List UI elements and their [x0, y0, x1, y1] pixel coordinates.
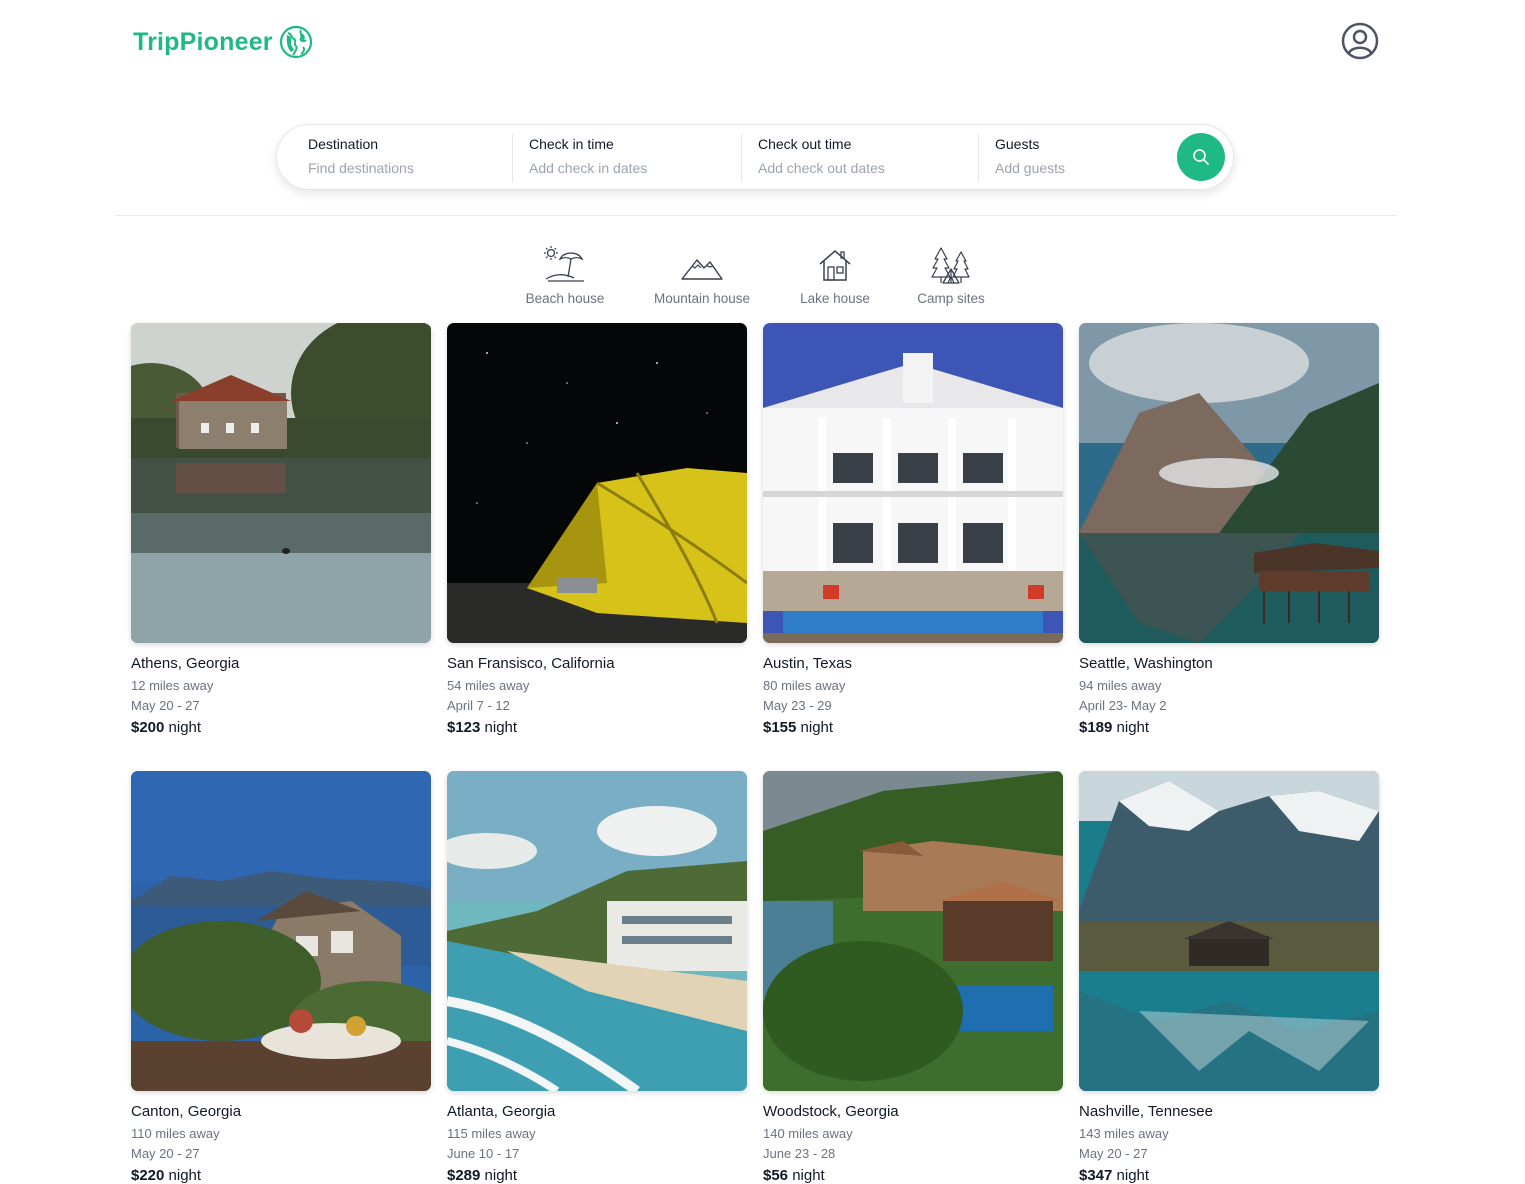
- listing-card[interactable]: Athens, Georgia 12 miles away May 20 - 2…: [131, 323, 431, 736]
- check-out-field[interactable]: Check out time Add check out dates: [758, 135, 968, 181]
- listing-price: $200 night: [131, 719, 202, 736]
- listing-distance: 12 miles away: [131, 678, 214, 693]
- listing-card[interactable]: Atlanta, Georgia 115 miles away June 10 …: [447, 771, 747, 1184]
- category-beach-house[interactable]: Beach house: [522, 245, 608, 306]
- category-lake-house[interactable]: Lake house: [797, 245, 873, 306]
- listing-price: $123 night: [447, 719, 518, 736]
- listing-title[interactable]: Seattle, Washington: [1079, 655, 1213, 672]
- check-in-field[interactable]: Check in time Add check in dates: [529, 135, 729, 181]
- house-icon: [819, 250, 851, 281]
- lakeside-home-image: [131, 771, 431, 1091]
- search-button[interactable]: [1177, 133, 1225, 181]
- listing-card[interactable]: Canton, Georgia 110 miles away May 20 - …: [131, 771, 431, 1184]
- category-label: Beach house: [525, 291, 605, 306]
- category-mountain-house[interactable]: Mountain house: [648, 245, 756, 306]
- listing-title[interactable]: San Fransisco, California: [447, 655, 615, 672]
- listing-title[interactable]: Nashville, Tennesee: [1079, 1103, 1213, 1120]
- search-divider: [978, 134, 979, 182]
- listing-title[interactable]: Athens, Georgia: [131, 655, 239, 672]
- listing-photo[interactable]: [131, 771, 431, 1091]
- check-out-label: Check out time: [758, 136, 852, 152]
- listing-card[interactable]: Seattle, Washington 94 miles away April …: [1079, 323, 1379, 736]
- listing-dates: May 20 - 27: [131, 1146, 200, 1161]
- listing-photo[interactable]: [1079, 771, 1379, 1091]
- listing-price: $155 night: [763, 719, 834, 736]
- listing-distance: 54 miles away: [447, 678, 530, 693]
- lake-cottage-image: [131, 323, 431, 643]
- listing-dates: April 23- May 2: [1079, 698, 1167, 713]
- listing-dates: June 23 - 28: [763, 1146, 836, 1161]
- beachfront-image: [447, 771, 747, 1091]
- listing-card[interactable]: Nashville, Tennesee 143 miles away May 2…: [1079, 771, 1379, 1184]
- listing-price: $220 night: [131, 1167, 202, 1184]
- search-divider: [512, 134, 513, 182]
- listing-distance: 80 miles away: [763, 678, 846, 693]
- listing-photo[interactable]: [763, 771, 1063, 1091]
- listing-title[interactable]: Woodstock, Georgia: [763, 1103, 899, 1120]
- header-divider: [116, 215, 1396, 216]
- listing-title[interactable]: Atlanta, Georgia: [447, 1103, 555, 1120]
- listing-card[interactable]: Woodstock, Georgia 140 miles away June 2…: [763, 771, 1063, 1184]
- listing-card[interactable]: San Fransisco, California 54 miles away …: [447, 323, 747, 736]
- listing-photo[interactable]: [1079, 323, 1379, 643]
- listing-price: $56 night: [763, 1167, 825, 1184]
- search-divider: [741, 134, 742, 182]
- guests-label: Guests: [995, 136, 1040, 152]
- listing-photo[interactable]: [131, 323, 431, 643]
- mountain-lake-image: [1079, 323, 1379, 643]
- globe-icon: [279, 25, 312, 59]
- listing-price: $347 night: [1079, 1167, 1150, 1184]
- listing-dates: May 20 - 27: [131, 698, 200, 713]
- tropical-villa-image: [763, 771, 1063, 1091]
- listing-price: $289 night: [447, 1167, 518, 1184]
- brand-logo[interactable]: TripPioneer: [133, 25, 313, 59]
- listing-dates: May 20 - 27: [1079, 1146, 1148, 1161]
- listing-card[interactable]: Austin, Texas 80 miles away May 23 - 29 …: [763, 323, 1063, 736]
- top-header: TripPioneer: [0, 0, 1525, 90]
- listing-photo[interactable]: [447, 323, 747, 643]
- destination-field[interactable]: Destination Find destinations: [308, 135, 508, 181]
- listing-dates: April 7 - 12: [447, 698, 510, 713]
- listing-dates: June 10 - 17: [447, 1146, 520, 1161]
- check-in-label: Check in time: [529, 136, 614, 152]
- listing-photo[interactable]: [763, 323, 1063, 643]
- guests-field[interactable]: Guests Add guests: [995, 135, 1155, 181]
- listing-distance: 94 miles away: [1079, 678, 1162, 693]
- beach-umbrella-icon: [544, 246, 584, 282]
- search-icon: [1193, 149, 1209, 165]
- listing-distance: 140 miles away: [763, 1126, 853, 1141]
- category-label: Lake house: [800, 291, 870, 306]
- alpine-lake-image: [1079, 771, 1379, 1091]
- listing-title[interactable]: Austin, Texas: [763, 655, 852, 672]
- category-camp-sites[interactable]: Camp sites: [914, 245, 988, 306]
- night-tent-image: [447, 323, 747, 643]
- user-circle-icon[interactable]: [1341, 22, 1379, 60]
- guests-input[interactable]: Add guests: [995, 160, 1065, 176]
- mansion-image: [763, 323, 1063, 643]
- category-label: Mountain house: [653, 291, 751, 306]
- listing-title[interactable]: Canton, Georgia: [131, 1103, 241, 1120]
- listing-distance: 143 miles away: [1079, 1126, 1169, 1141]
- category-label: Camp sites: [917, 291, 985, 306]
- listing-distance: 115 miles away: [447, 1126, 536, 1141]
- listing-price: $189 night: [1079, 719, 1150, 736]
- mountain-icon: [681, 259, 723, 280]
- listing-photo[interactable]: [447, 771, 747, 1091]
- destination-input[interactable]: Find destinations: [308, 160, 414, 176]
- camp-tent-icon: [931, 247, 970, 284]
- listing-distance: 110 miles away: [131, 1126, 220, 1141]
- search-bar: Destination Find destinations Check in t…: [276, 124, 1234, 190]
- destination-label: Destination: [308, 136, 379, 152]
- listing-dates: May 23 - 29: [763, 698, 832, 713]
- check-in-input[interactable]: Add check in dates: [529, 160, 647, 176]
- check-out-input[interactable]: Add check out dates: [758, 160, 885, 176]
- brand-name: TripPioneer: [133, 27, 273, 56]
